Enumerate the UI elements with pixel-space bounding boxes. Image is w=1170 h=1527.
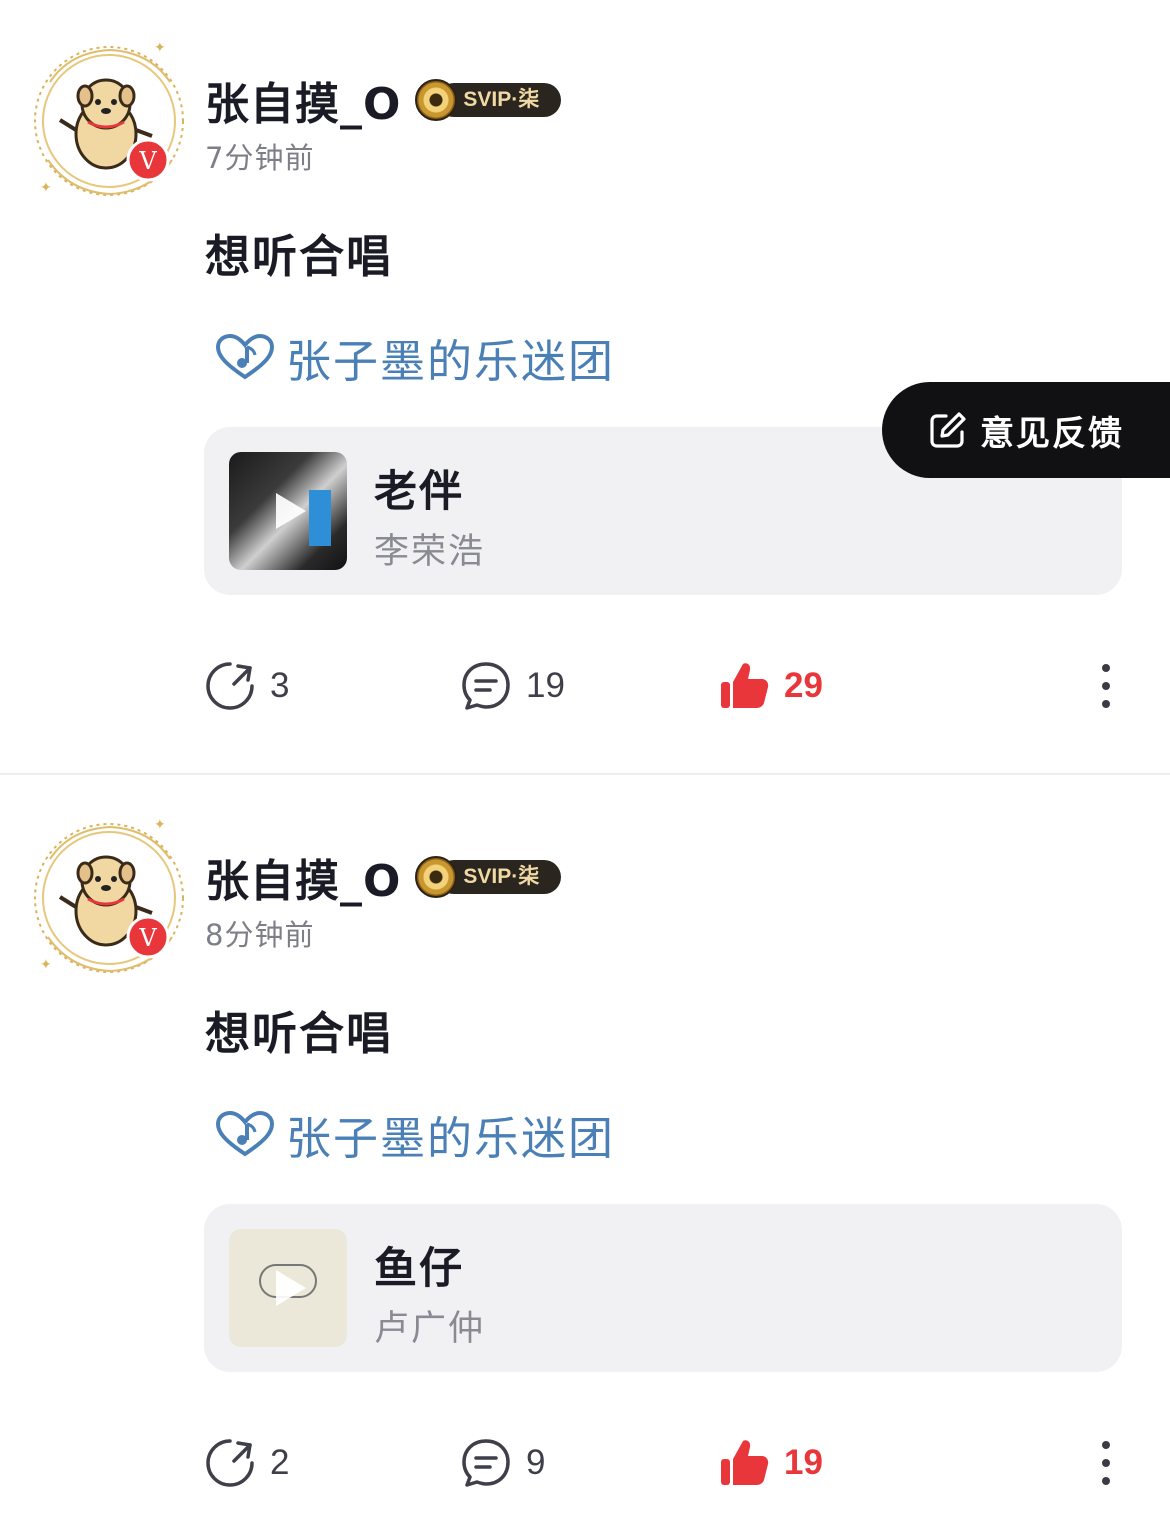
fan-group-link[interactable]: 张子墨的乐迷团	[214, 1103, 615, 1165]
more-options-icon[interactable]	[1086, 655, 1126, 717]
share-icon	[206, 662, 254, 710]
feedback-button[interactable]: 意见反馈	[882, 382, 1170, 478]
post-text: 想听合唱	[205, 230, 394, 283]
comment-count: 9	[526, 1443, 546, 1482]
post-time: 8分钟前	[205, 918, 315, 952]
song-artist: 李荣浩	[374, 532, 486, 572]
svip-badge[interactable]: SVIP·柒	[415, 79, 563, 121]
svip-badge[interactable]: SVIP·柒	[415, 856, 563, 898]
svg-text:✦: ✦	[40, 180, 52, 196]
name-row: 张自摸_O SVIP·柒	[205, 70, 563, 130]
username[interactable]: 张自摸_O	[205, 845, 401, 909]
like-count: 29	[784, 666, 823, 705]
play-icon[interactable]	[229, 452, 347, 570]
heart-music-icon	[215, 333, 275, 380]
name-row: 张自摸_O SVIP·柒	[205, 847, 563, 907]
share-count: 3	[270, 666, 290, 705]
song-title: 老伴	[374, 467, 464, 517]
song-artist: 卢广仲	[374, 1309, 486, 1349]
comment-button[interactable]: 19	[460, 655, 565, 717]
like-count: 19	[784, 1443, 823, 1482]
heart-music-icon	[215, 1110, 275, 1157]
thumbs-up-icon	[721, 663, 769, 708]
fan-group-label: 张子墨的乐迷团	[286, 1111, 616, 1165]
share-button[interactable]: 3	[204, 655, 289, 717]
album-cover[interactable]	[229, 1229, 347, 1347]
song-title: 鱼仔	[374, 1244, 464, 1294]
like-button[interactable]: 29	[718, 655, 823, 717]
thumbs-up-icon	[721, 1440, 769, 1485]
fan-group-link[interactable]: 张子墨的乐迷团	[214, 326, 615, 388]
verified-v-icon: V	[138, 924, 157, 952]
comment-count: 19	[526, 666, 565, 705]
post-divider	[0, 773, 1170, 775]
more-options-icon[interactable]	[1086, 1432, 1126, 1494]
song-card[interactable]: 鱼仔 卢广仲	[204, 1204, 1122, 1372]
comment-icon	[462, 662, 510, 710]
username[interactable]: 张自摸_O	[205, 68, 401, 132]
play-icon[interactable]	[229, 1229, 347, 1347]
svg-text:✦: ✦	[154, 42, 166, 56]
user-avatar[interactable]: ✦ ✦ V	[30, 819, 188, 977]
edit-icon	[930, 412, 966, 448]
action-bar: 3 19 29	[0, 655, 1170, 717]
action-bar: 2 9 19	[0, 1432, 1170, 1494]
svg-text:✦: ✦	[40, 957, 52, 973]
like-button[interactable]: 19	[718, 1432, 823, 1494]
feed-post: ✦ ✦ V 张自摸_O SVIP·柒 8分钟前 想听合唱 张子墨的乐迷团 鱼仔 …	[0, 777, 1170, 1527]
feedback-label: 意见反馈	[980, 413, 1124, 454]
comment-button[interactable]: 9	[460, 1432, 545, 1494]
share-button[interactable]: 2	[204, 1432, 289, 1494]
verified-v-icon: V	[138, 147, 157, 175]
svg-text:✦: ✦	[154, 819, 166, 833]
post-time: 7分钟前	[205, 141, 315, 175]
user-avatar[interactable]: ✦ ✦ V	[30, 42, 188, 200]
share-count: 2	[270, 1443, 290, 1482]
share-icon	[206, 1439, 254, 1487]
post-text: 想听合唱	[205, 1007, 394, 1060]
comment-icon	[462, 1439, 510, 1487]
fan-group-label: 张子墨的乐迷团	[286, 334, 616, 388]
album-cover[interactable]	[229, 452, 347, 570]
